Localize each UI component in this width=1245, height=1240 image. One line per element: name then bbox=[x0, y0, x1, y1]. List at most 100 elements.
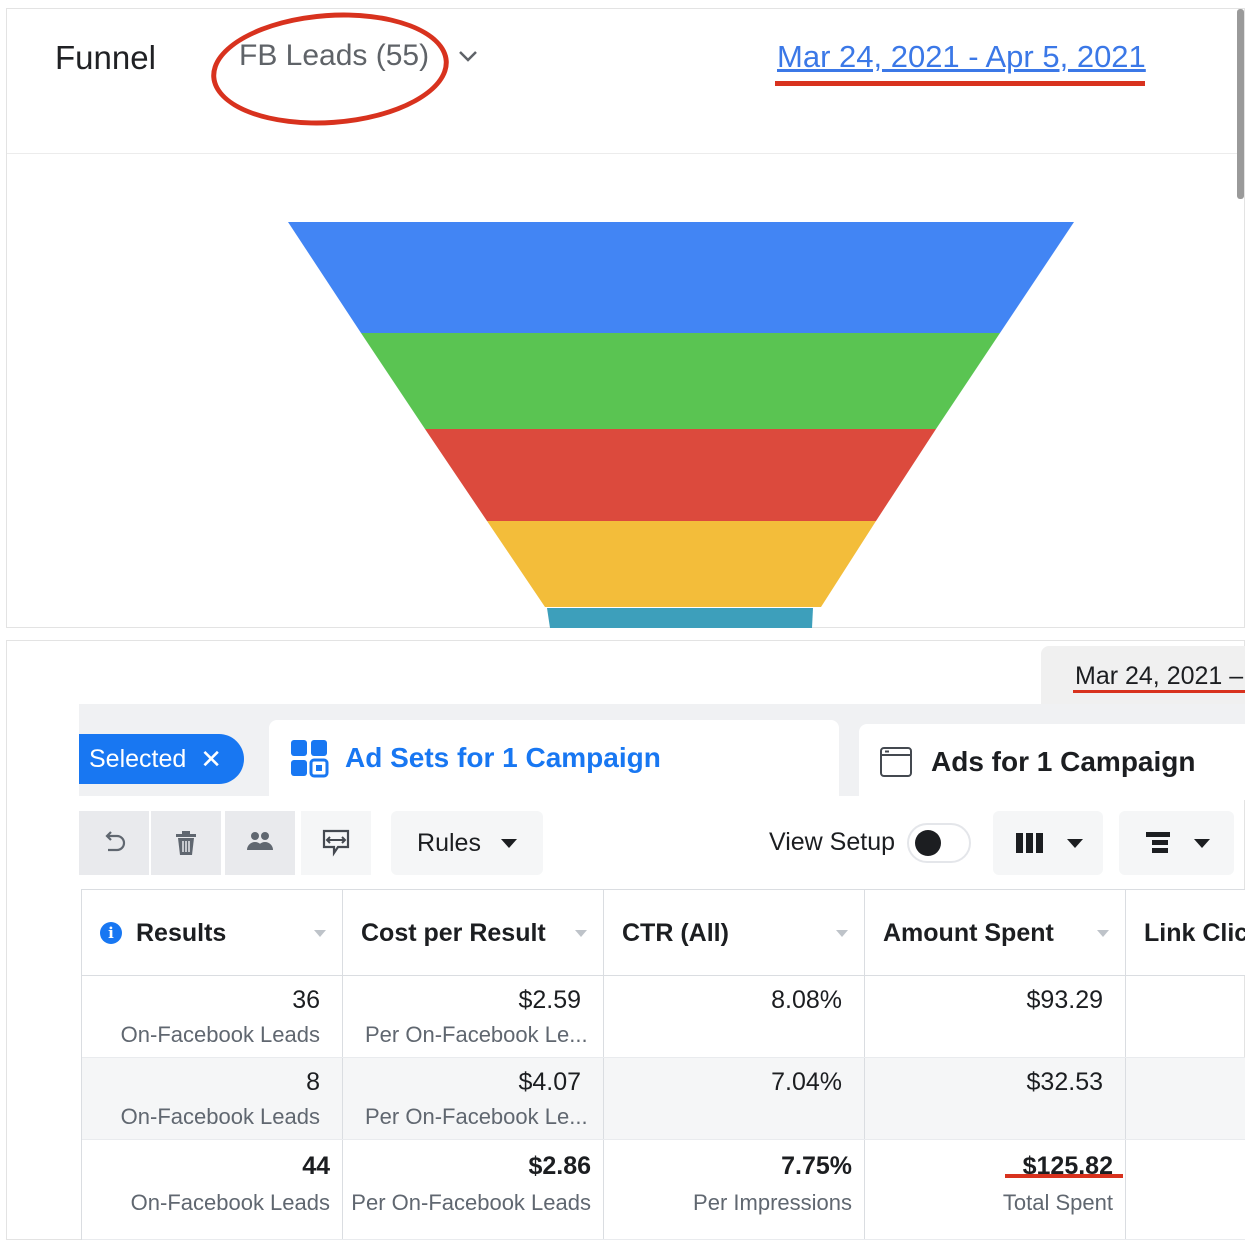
cost-per-result-value: $2.59 bbox=[518, 986, 581, 1014]
cell-ctr: 7.04% bbox=[604, 1058, 865, 1139]
column-header-ctr[interactable]: CTR (All) bbox=[604, 890, 865, 976]
table-header: i Results Cost per Result CTR (All) Amou… bbox=[82, 890, 1245, 976]
cell-results-total: 44 On-Facebook Leads bbox=[82, 1140, 343, 1239]
cell-cost-per-result: $4.07 Per On-Facebook Le... bbox=[343, 1058, 604, 1139]
table-row[interactable]: 8 On-Facebook Leads $4.07 Per On-Faceboo… bbox=[82, 1058, 1245, 1140]
red-underline-annotation bbox=[1005, 1174, 1123, 1178]
grid-icon bbox=[291, 740, 329, 778]
funnel-stage-3 bbox=[425, 429, 936, 521]
cost-per-result-type: Per On-Facebook Le... bbox=[365, 1104, 588, 1129]
chevron-down-icon bbox=[459, 51, 477, 62]
cell-cost-per-result-total: $2.86 Per On-Facebook Leads bbox=[343, 1140, 604, 1239]
funnel-card: Funnel FB Leads (55) Mar 24, 2021 - Apr … bbox=[6, 4, 1245, 628]
cost-per-result-type: Per On-Facebook Le... bbox=[365, 1022, 588, 1047]
cell-ctr: 8.08% bbox=[604, 976, 865, 1057]
column-header-link-clicks[interactable]: Link Click bbox=[1126, 890, 1245, 976]
funnel-stage-2 bbox=[361, 333, 1000, 429]
results-value: 36 bbox=[292, 986, 320, 1014]
undo-button[interactable] bbox=[79, 811, 149, 875]
sort-caret-icon bbox=[575, 930, 587, 937]
cell-amount-spent: $93.29 bbox=[865, 976, 1126, 1057]
funnel-title: Funnel bbox=[55, 39, 156, 76]
amount-spent-value: $32.53 bbox=[1026, 1068, 1103, 1096]
cell-cost-per-result: $2.59 Per On-Facebook Le... bbox=[343, 976, 604, 1057]
breakdown-icon bbox=[1145, 832, 1170, 853]
cell-amount-spent-total: $125.82 Total Spent bbox=[865, 1140, 1126, 1239]
ad-sets-table: i Results Cost per Result CTR (All) Amou… bbox=[81, 889, 1245, 1240]
breakdown-dropdown[interactable] bbox=[1119, 811, 1234, 875]
cost-per-result-total-value: $2.86 bbox=[528, 1152, 591, 1180]
sort-caret-icon bbox=[836, 930, 848, 937]
table-row[interactable]: 36 On-Facebook Leads $2.59 Per On-Facebo… bbox=[82, 976, 1245, 1058]
cell-amount-spent: $32.53 bbox=[865, 1058, 1126, 1139]
dataset-dropdown[interactable]: FB Leads (55) bbox=[239, 39, 481, 73]
rules-dropdown[interactable]: Rules bbox=[391, 811, 543, 875]
amount-spent-value: $93.29 bbox=[1026, 986, 1103, 1014]
results-total-type: On-Facebook Leads bbox=[130, 1190, 330, 1215]
sort-caret-icon bbox=[1097, 930, 1109, 937]
tab-ad-sets[interactable]: Ad Sets for 1 Campaign bbox=[269, 720, 839, 796]
results-total-value: 44 bbox=[302, 1152, 330, 1180]
ads-manager-card: Mar 24, 2021 – Selected ✕ Ad Sets for 1 … bbox=[6, 640, 1245, 1240]
results-type: On-Facebook Leads bbox=[120, 1022, 320, 1047]
funnel-chart bbox=[288, 222, 1074, 628]
view-setup-toggle[interactable] bbox=[907, 823, 971, 863]
funnel-header: Funnel FB Leads (55) Mar 24, 2021 - Apr … bbox=[7, 4, 1244, 199]
column-header-results[interactable]: i Results bbox=[82, 890, 343, 976]
audience-button[interactable] bbox=[225, 811, 295, 875]
column-label: Cost per Result bbox=[361, 918, 546, 947]
close-icon[interactable]: ✕ bbox=[200, 744, 222, 775]
undo-icon bbox=[105, 831, 126, 852]
toggle-knob bbox=[915, 830, 941, 856]
cell-ctr-total: 7.75% Per Impressions bbox=[604, 1140, 865, 1239]
column-header-cost-per-result[interactable]: Cost per Result bbox=[343, 890, 604, 976]
column-label: Results bbox=[136, 918, 227, 947]
funnel-stage-1 bbox=[288, 222, 1074, 333]
cost-per-result-total-type: Per On-Facebook Leads bbox=[351, 1190, 591, 1215]
results-value: 8 bbox=[306, 1068, 320, 1096]
funnel-stage-5 bbox=[547, 608, 813, 628]
ad-window-icon bbox=[880, 747, 912, 777]
ctr-value: 8.08% bbox=[771, 986, 842, 1014]
cell-results: 36 On-Facebook Leads bbox=[82, 976, 343, 1057]
toolbar: Rules View Setup bbox=[79, 811, 1245, 875]
date-range-pill[interactable]: Mar 24, 2021 – bbox=[1041, 646, 1245, 706]
date-range-link[interactable]: Mar 24, 2021 - Apr 5, 2021 bbox=[777, 39, 1146, 75]
ctr-value: 7.04% bbox=[771, 1068, 842, 1096]
column-header-amount-spent[interactable]: Amount Spent bbox=[865, 890, 1126, 976]
cost-per-result-value: $4.07 bbox=[518, 1068, 581, 1096]
red-underline-annotation bbox=[775, 81, 1145, 86]
caret-down-icon bbox=[1067, 838, 1083, 848]
selected-chip-label: Selected bbox=[89, 744, 187, 773]
cell-results: 8 On-Facebook Leads bbox=[82, 1058, 343, 1139]
level-tabs: Selected ✕ Ad Sets for 1 Campaign Ads fo… bbox=[79, 704, 1245, 800]
column-label: CTR (All) bbox=[622, 918, 729, 947]
info-icon[interactable]: i bbox=[100, 922, 122, 944]
sort-caret-icon bbox=[314, 930, 326, 937]
ctr-total-value: 7.75% bbox=[781, 1152, 852, 1180]
caret-down-icon bbox=[500, 838, 517, 848]
selected-filter-chip[interactable]: Selected ✕ bbox=[79, 734, 245, 784]
totals-row: 44 On-Facebook Leads $2.86 Per On-Facebo… bbox=[82, 1140, 1245, 1240]
dataset-label: FB Leads (55) bbox=[239, 39, 430, 72]
date-pill-label: Mar 24, 2021 – bbox=[1075, 662, 1244, 690]
column-label: Link Click bbox=[1144, 918, 1245, 947]
ctr-total-type: Per Impressions bbox=[693, 1190, 852, 1215]
ab-test-button[interactable] bbox=[301, 811, 371, 875]
results-type: On-Facebook Leads bbox=[120, 1104, 320, 1129]
columns-icon bbox=[1016, 833, 1043, 853]
rules-label: Rules bbox=[417, 828, 481, 857]
people-icon bbox=[247, 832, 273, 850]
red-underline-annotation bbox=[1073, 690, 1245, 693]
caret-down-icon bbox=[1193, 838, 1210, 848]
amount-spent-total-type: Total Spent bbox=[1002, 1190, 1113, 1215]
columns-dropdown[interactable] bbox=[993, 811, 1103, 875]
ab-test-icon bbox=[322, 829, 350, 857]
funnel-stage-4 bbox=[487, 521, 876, 607]
view-setup-label: View Setup bbox=[769, 828, 896, 856]
tab-ads[interactable]: Ads for 1 Campaign bbox=[859, 724, 1245, 800]
trash-icon bbox=[176, 831, 196, 855]
tab-ads-label: Ads for 1 Campaign bbox=[931, 746, 1196, 777]
delete-button[interactable] bbox=[151, 811, 221, 875]
tab-ad-sets-label: Ad Sets for 1 Campaign bbox=[345, 742, 661, 773]
